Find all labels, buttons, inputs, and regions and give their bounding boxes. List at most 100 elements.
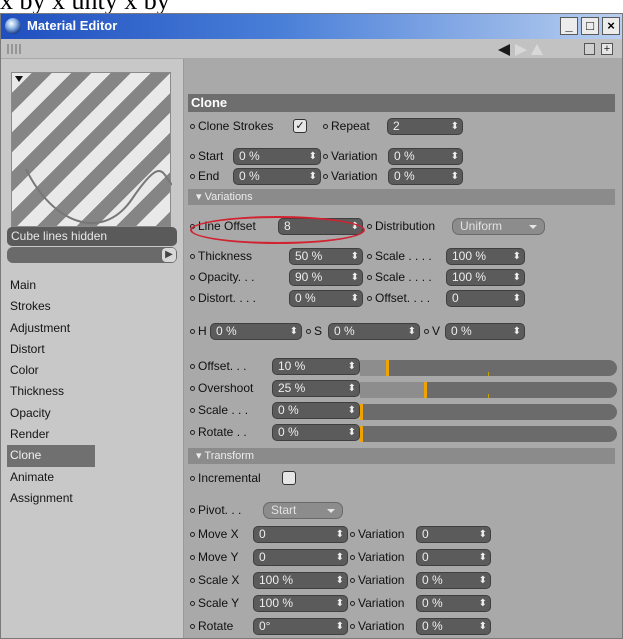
minimize-button[interactable]: _ xyxy=(560,17,578,35)
clone-strokes-label: Clone Strokes xyxy=(198,119,274,133)
opacity-scale-field[interactable]: 100 % ⬍ xyxy=(446,269,525,286)
incremental-label: Incremental xyxy=(198,471,261,485)
scale-x-variation-label: Variation xyxy=(358,573,405,587)
v-field[interactable]: 0 % ⬍ xyxy=(445,323,525,340)
end-variation-label: Variation xyxy=(331,169,378,183)
lock-icon[interactable] xyxy=(584,43,595,55)
preview-stroke-curve xyxy=(25,168,172,225)
nav-list: Main Strokes Adjustment Distort Color Th… xyxy=(7,275,107,509)
nav-item-animate[interactable]: Animate xyxy=(7,467,107,488)
opacity-scale-label: Scale . . . . xyxy=(375,270,432,284)
distribution-dropdown[interactable]: Uniform xyxy=(452,218,545,235)
window-title: Material Editor xyxy=(27,18,118,33)
play-icon[interactable]: ▶ xyxy=(162,248,176,262)
scale-slider-marker[interactable] xyxy=(360,404,363,420)
overshoot-slider[interactable] xyxy=(360,382,617,398)
nav-item-thickness[interactable]: Thickness xyxy=(7,381,107,402)
distort-offset-field[interactable]: 0 ⬍ xyxy=(446,290,525,307)
scale-label: Scale . . . xyxy=(198,403,249,417)
material-bar[interactable]: ▶ xyxy=(7,247,177,263)
overshoot-slider-marker[interactable] xyxy=(424,382,427,398)
grip-icon[interactable] xyxy=(7,44,21,54)
distort-offset-label: Offset. . . . xyxy=(375,291,431,305)
repeat-field[interactable]: 2 ⬍ xyxy=(387,118,463,135)
distort-field[interactable]: 0 % ⬍ xyxy=(289,290,363,307)
move-y-variation-label: Variation xyxy=(358,550,405,564)
material-editor-window: Material Editor _ □ × + Cube lines hidde… xyxy=(0,13,623,639)
distribution-label: Distribution xyxy=(375,219,436,233)
material-preview[interactable] xyxy=(11,72,172,227)
rotate-variation-field[interactable]: 0 % ⬍ xyxy=(416,618,491,635)
offset-field[interactable]: 10 % ⬍ xyxy=(272,358,360,375)
incremental-checkbox[interactable] xyxy=(282,471,296,485)
scale-field[interactable]: 0 % ⬍ xyxy=(272,402,360,419)
nav-item-color[interactable]: Color xyxy=(7,360,107,381)
start-field[interactable]: 0 % ⬍ xyxy=(233,148,321,165)
scale-slider[interactable] xyxy=(360,404,617,420)
left-panel: Cube lines hidden ▶ Main Strokes Adjustm… xyxy=(1,59,182,638)
move-x-label: Move X xyxy=(198,527,239,541)
scale-x-field[interactable]: 100 % ⬍ xyxy=(253,572,348,589)
close-button[interactable]: × xyxy=(602,17,620,35)
rotate-field[interactable]: 0° ⬍ xyxy=(253,618,348,635)
offset-slider-marker[interactable] xyxy=(386,360,389,376)
rotate-variation-label: Variation xyxy=(358,619,405,633)
move-x-field[interactable]: 0 ⬍ xyxy=(253,526,348,543)
start-label: Start xyxy=(198,149,224,163)
rotate-var-slider[interactable] xyxy=(360,426,617,442)
rotate-var-field[interactable]: 0 % ⬍ xyxy=(272,424,360,441)
overshoot-field[interactable]: 25 % ⬍ xyxy=(272,380,360,397)
material-name[interactable]: Cube lines hidden xyxy=(7,227,177,246)
thickness-scale-label: Scale . . . . xyxy=(375,249,432,263)
up-arrow-icon[interactable] xyxy=(531,44,543,55)
distort-label: Distort. . . . xyxy=(198,291,257,305)
scale-y-variation-field[interactable]: 0 % ⬍ xyxy=(416,595,491,612)
title-bar[interactable]: Material Editor _ □ × xyxy=(1,14,622,39)
nav-item-distort[interactable]: Distort xyxy=(7,339,107,360)
h-label: H xyxy=(198,324,207,338)
end-label: End xyxy=(198,169,220,183)
nav-item-render[interactable]: Render xyxy=(7,424,107,445)
thickness-label: Thickness xyxy=(198,249,253,263)
transform-header[interactable]: ▾ Transform xyxy=(188,448,615,464)
scale-y-label: Scale Y xyxy=(198,596,240,610)
nav-item-adjustment[interactable]: Adjustment xyxy=(7,318,107,339)
overshoot-label: Overshoot xyxy=(198,381,254,395)
repeat-label: Repeat xyxy=(331,119,370,133)
scale-y-field[interactable]: 100 % ⬍ xyxy=(253,595,348,612)
pivot-dropdown[interactable]: Start xyxy=(263,502,343,519)
offset-slider[interactable] xyxy=(360,360,617,376)
maximize-button[interactable]: □ xyxy=(581,17,599,35)
forward-arrow-icon[interactable] xyxy=(515,44,527,56)
offset-row: Offset. . . 10 % ⬍ xyxy=(190,357,620,377)
material-sphere-icon xyxy=(5,18,21,34)
thickness-field[interactable]: 50 % ⬍ xyxy=(289,248,363,265)
top-cropped-text: x by x unty x by xyxy=(0,0,623,13)
move-x-variation-field[interactable]: 0 ⬍ xyxy=(416,526,491,543)
start-variation-field[interactable]: 0 % ⬍ xyxy=(388,148,463,165)
s-field[interactable]: 0 % ⬍ xyxy=(328,323,420,340)
rotate-var-slider-marker[interactable] xyxy=(360,426,363,442)
nav-item-main[interactable]: Main xyxy=(7,275,107,296)
toolbar: + xyxy=(1,39,622,59)
nav-item-strokes[interactable]: Strokes xyxy=(7,296,107,317)
pivot-label: Pivot. . . xyxy=(198,503,242,517)
move-y-field[interactable]: 0 ⬍ xyxy=(253,549,348,566)
thickness-scale-field[interactable]: 100 % ⬍ xyxy=(446,248,525,265)
end-variation-field[interactable]: 0 % ⬍ xyxy=(388,168,463,185)
variations-header[interactable]: ▾ Variations xyxy=(188,189,615,205)
nav-item-assignment[interactable]: Assignment xyxy=(7,488,107,509)
scale-x-label: Scale X xyxy=(198,573,240,587)
nav-item-opacity[interactable]: Opacity xyxy=(7,403,107,424)
opacity-field[interactable]: 90 % ⬍ xyxy=(289,269,363,286)
h-field[interactable]: 0 % ⬍ xyxy=(210,323,302,340)
back-arrow-icon[interactable] xyxy=(498,44,510,56)
scale-x-variation-field[interactable]: 0 % ⬍ xyxy=(416,572,491,589)
nav-item-clone[interactable]: Clone xyxy=(7,445,95,467)
rotate-label: Rotate xyxy=(198,619,234,633)
move-y-variation-field[interactable]: 0 ⬍ xyxy=(416,549,491,566)
end-field[interactable]: 0 % ⬍ xyxy=(233,168,321,185)
move-x-variation-label: Variation xyxy=(358,527,405,541)
clone-strokes-checkbox[interactable]: ✓ xyxy=(293,119,307,133)
new-window-icon[interactable]: + xyxy=(601,43,613,55)
